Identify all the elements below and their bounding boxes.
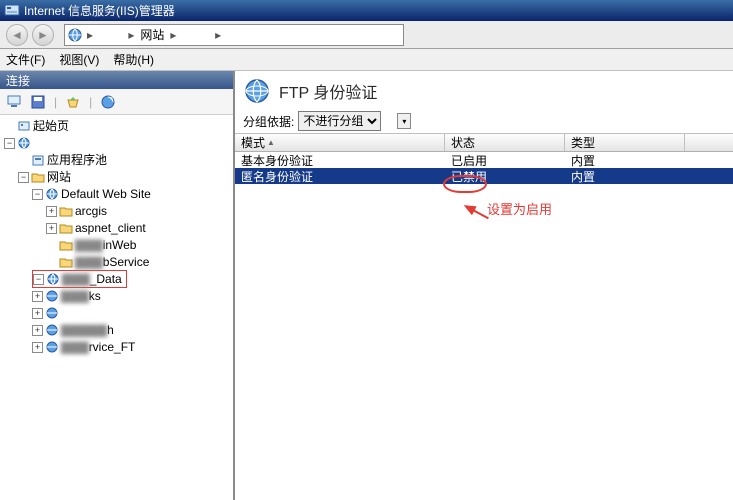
globe-icon bbox=[45, 187, 59, 201]
tree-site-blur-1[interactable]: + ▇▇▇ks bbox=[4, 288, 231, 304]
tree-site-data[interactable]: − ▇▇▇_Data bbox=[4, 271, 231, 287]
list-header: 模式▲ 状态 类型 bbox=[235, 134, 733, 152]
tree-folder-aspnet[interactable]: + aspnet_client bbox=[4, 220, 231, 236]
column-mode[interactable]: 模式▲ bbox=[235, 134, 445, 151]
folder-icon bbox=[31, 170, 45, 184]
connections-panel: 连接 | | 起始页 − bbox=[0, 71, 235, 500]
content-title: FTP 身份验证 bbox=[279, 79, 377, 103]
list-row-anon-auth[interactable]: 匿名身份验证 已禁用 内置 bbox=[235, 168, 733, 184]
breadcrumb-sep: ▸ bbox=[87, 28, 93, 42]
tree-sites[interactable]: − 网站 bbox=[4, 169, 231, 185]
back-button[interactable]: ◄ bbox=[6, 24, 28, 46]
server-icon bbox=[17, 136, 31, 150]
globe-icon bbox=[45, 323, 59, 337]
breadcrumb-sep: ▸ bbox=[215, 28, 221, 42]
connect-icon[interactable] bbox=[6, 94, 22, 110]
content-panel: FTP 身份验证 分组依据: 不进行分组 ▾ 模式▲ 状态 类型 基本身份验证 … bbox=[235, 71, 733, 500]
connections-header: 连接 bbox=[0, 71, 233, 89]
expand-icon[interactable]: + bbox=[46, 223, 57, 234]
breadcrumb[interactable]: ▸ ▸ 网站 ▸ ▸ bbox=[64, 24, 404, 46]
breadcrumb-site[interactable] bbox=[180, 28, 211, 42]
tree-app-pools[interactable]: 应用程序池 bbox=[4, 152, 231, 168]
collapse-icon[interactable]: − bbox=[4, 138, 15, 149]
annotation-text: 设置为启用 bbox=[487, 199, 552, 218]
expand-icon[interactable]: + bbox=[46, 206, 57, 217]
tree-folder-blur-2[interactable]: ▇▇▇bService bbox=[4, 254, 231, 270]
menu-view[interactable]: 视图(V) bbox=[59, 51, 99, 68]
collapse-icon[interactable]: − bbox=[18, 172, 29, 183]
tree-site-blur-2[interactable]: + bbox=[4, 305, 231, 321]
folder-icon bbox=[59, 255, 73, 269]
globe-icon bbox=[45, 289, 59, 303]
tree-server[interactable]: − bbox=[4, 135, 231, 151]
group-by-bar: 分组依据: 不进行分组 ▾ bbox=[235, 109, 733, 134]
navbar: ◄ ► ▸ ▸ 网站 ▸ ▸ bbox=[0, 21, 733, 49]
window-title: Internet 信息服务(IIS)管理器 bbox=[24, 2, 175, 19]
home-icon bbox=[17, 119, 31, 133]
group-by-select[interactable]: 不进行分组 bbox=[298, 111, 381, 131]
tree-folder-arcgis[interactable]: + arcgis bbox=[4, 203, 231, 219]
pool-icon bbox=[31, 153, 45, 167]
folder-icon bbox=[59, 238, 73, 252]
list-row-basic-auth[interactable]: 基本身份验证 已启用 内置 bbox=[235, 152, 733, 168]
menu-file[interactable]: 文件(F) bbox=[6, 51, 45, 68]
globe-icon bbox=[45, 340, 59, 354]
menu-help[interactable]: 帮助(H) bbox=[113, 51, 154, 68]
folder-icon bbox=[59, 221, 73, 235]
globe-icon bbox=[46, 272, 60, 286]
up-icon[interactable] bbox=[65, 94, 81, 110]
toolbar-sep: | bbox=[54, 95, 57, 109]
forward-button[interactable]: ► bbox=[32, 24, 54, 46]
sort-asc-icon: ▲ bbox=[267, 138, 275, 147]
breadcrumb-server[interactable] bbox=[97, 28, 124, 42]
annotation-arrow-icon bbox=[461, 201, 476, 215]
tree-folder-blur-1[interactable]: ▇▇▇inWeb bbox=[4, 237, 231, 253]
breadcrumb-sep: ▸ bbox=[128, 28, 134, 42]
globe-icon bbox=[45, 306, 59, 320]
expand-icon[interactable]: + bbox=[32, 342, 43, 353]
column-type[interactable]: 类型 bbox=[565, 134, 685, 151]
breadcrumb-sep: ▸ bbox=[170, 28, 176, 42]
server-icon bbox=[67, 27, 83, 43]
group-by-label: 分组依据: bbox=[243, 113, 294, 130]
expand-icon[interactable]: + bbox=[32, 325, 43, 336]
group-by-dropdown-icon[interactable]: ▾ bbox=[397, 113, 411, 129]
refresh-icon[interactable] bbox=[100, 94, 116, 110]
folder-icon bbox=[59, 204, 73, 218]
ftp-auth-icon bbox=[243, 77, 271, 105]
toolbar-sep: | bbox=[89, 95, 92, 109]
expand-icon[interactable]: + bbox=[32, 291, 43, 302]
collapse-icon[interactable]: − bbox=[32, 189, 43, 200]
window-titlebar: Internet 信息服务(IIS)管理器 bbox=[0, 0, 733, 21]
tree-site-blur-4[interactable]: + ▇▇▇rvice_FT bbox=[4, 339, 231, 355]
breadcrumb-sites[interactable]: 网站 bbox=[138, 26, 166, 43]
auth-list: 基本身份验证 已启用 内置 匿名身份验证 已禁用 内置 bbox=[235, 152, 733, 184]
column-status[interactable]: 状态 bbox=[445, 134, 565, 151]
tree-start-page[interactable]: 起始页 bbox=[4, 118, 231, 134]
tree-site-default[interactable]: − Default Web Site bbox=[4, 186, 231, 202]
collapse-icon[interactable]: − bbox=[33, 274, 44, 285]
menubar: 文件(F) 视图(V) 帮助(H) bbox=[0, 49, 733, 71]
content-header: FTP 身份验证 bbox=[235, 71, 733, 109]
connections-toolbar: | | bbox=[0, 89, 233, 115]
iis-icon bbox=[4, 3, 20, 19]
tree-site-blur-3[interactable]: + ▇▇▇▇▇h bbox=[4, 322, 231, 338]
connections-tree[interactable]: 起始页 − 应用程序池 − 网站 − bbox=[0, 115, 233, 500]
save-icon[interactable] bbox=[30, 94, 46, 110]
expand-icon[interactable]: + bbox=[32, 308, 43, 319]
